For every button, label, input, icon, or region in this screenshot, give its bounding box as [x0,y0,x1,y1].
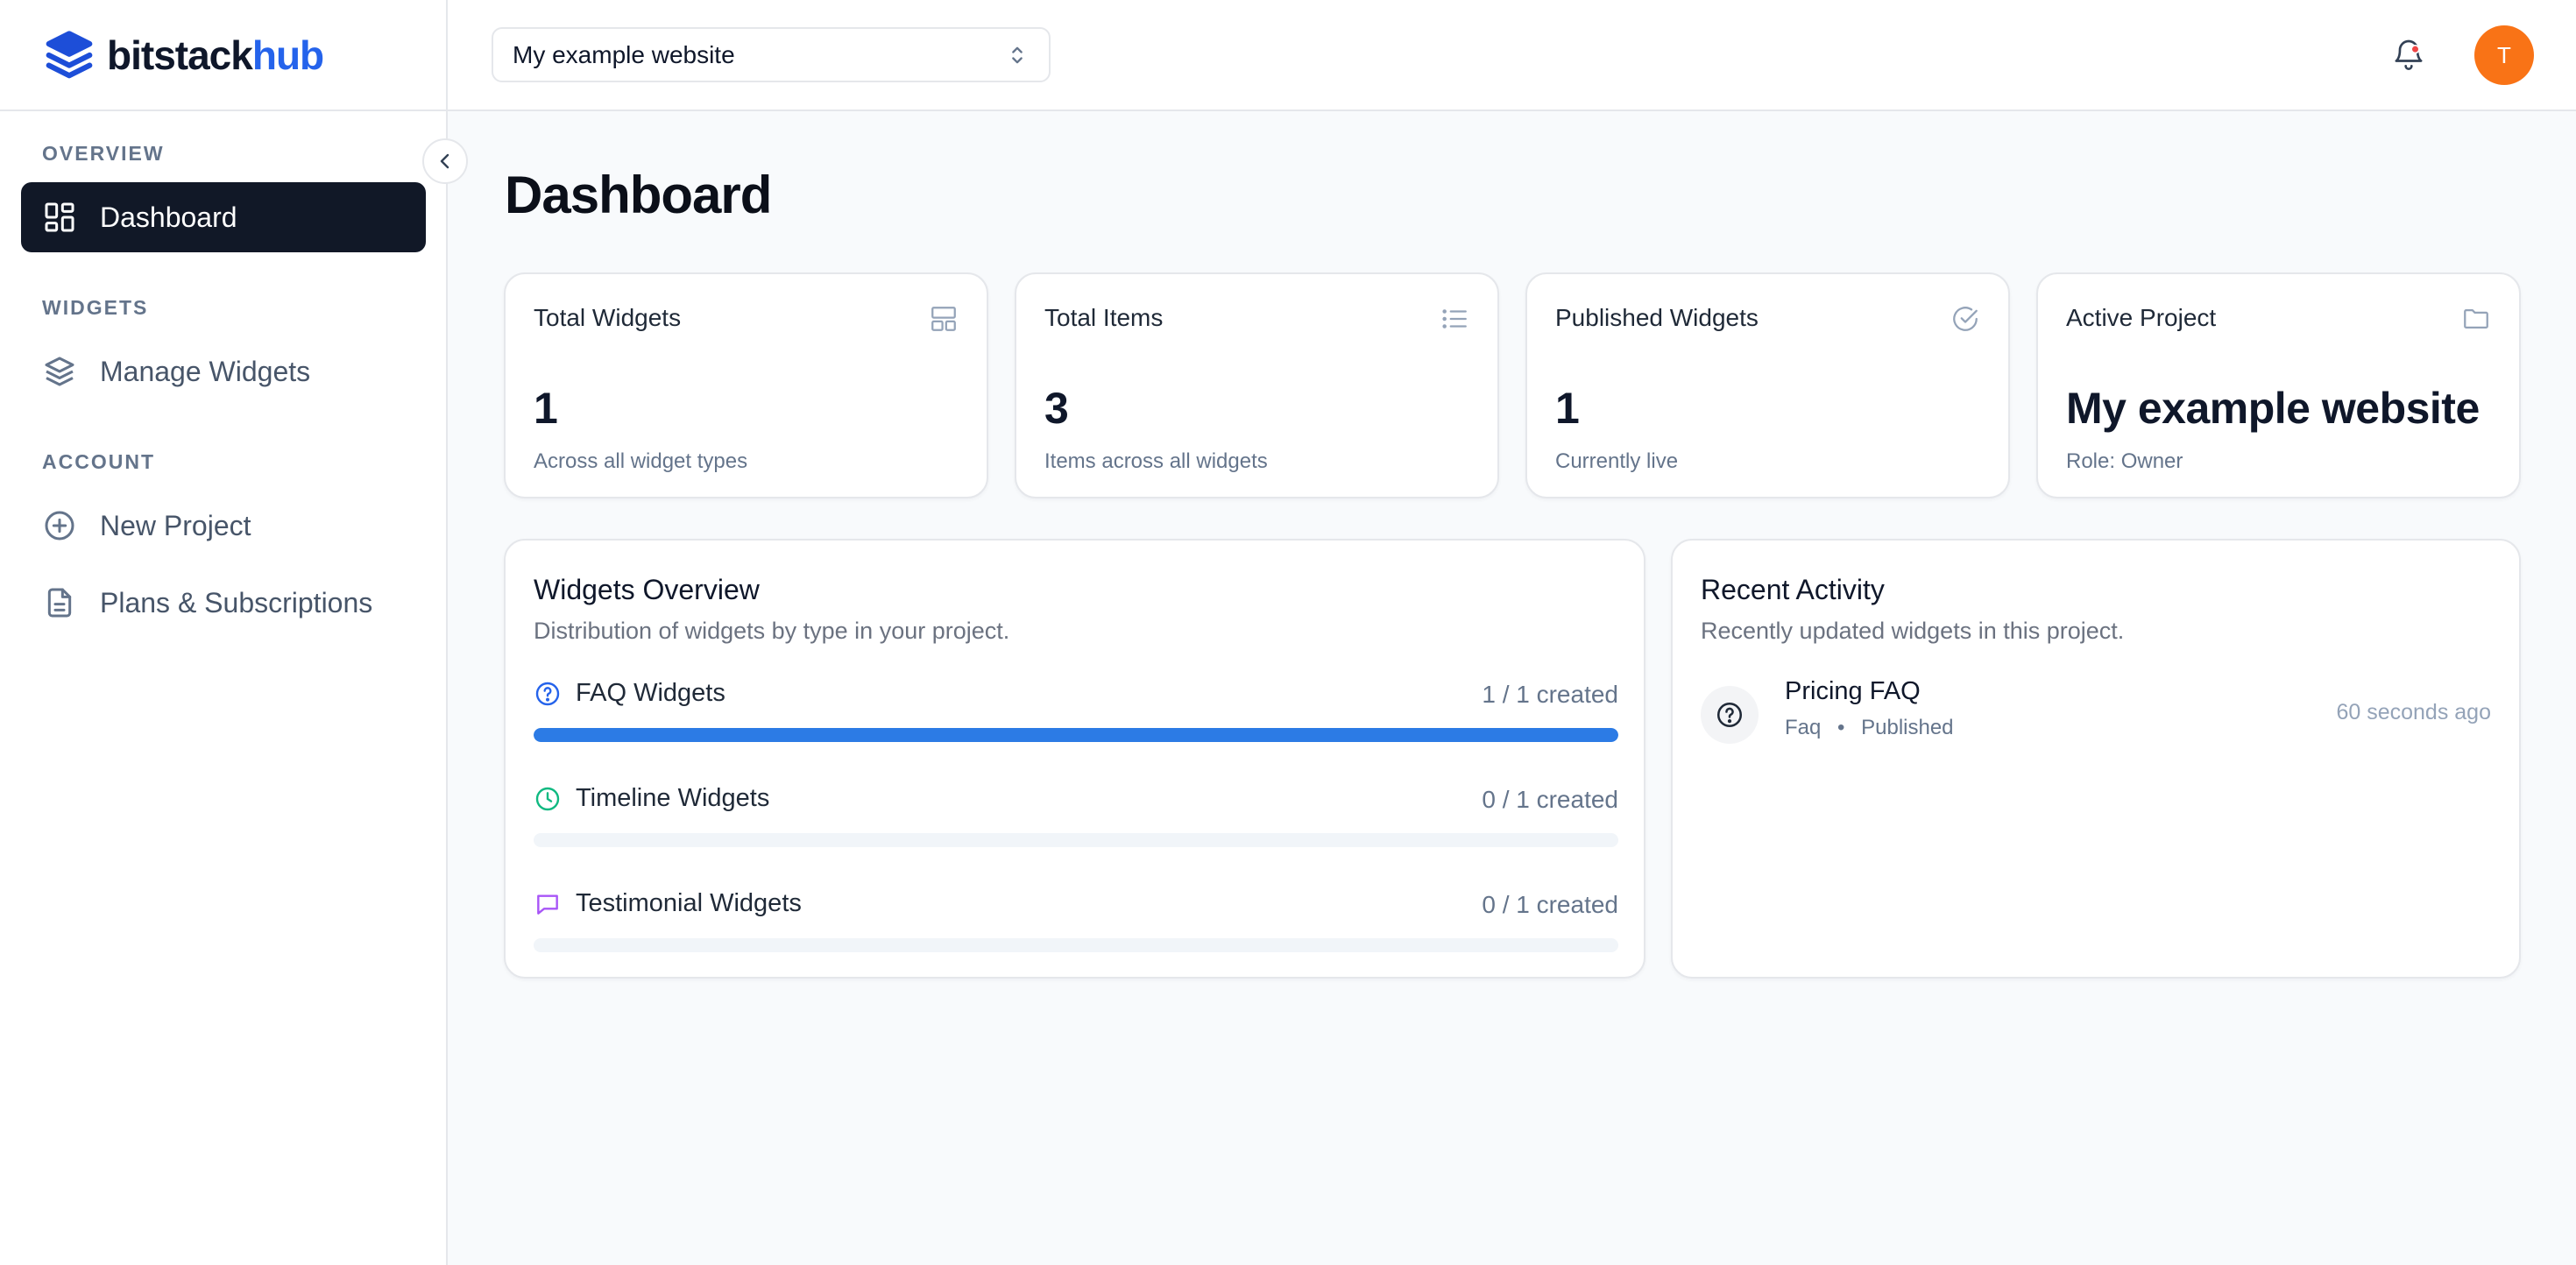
question-circle-icon [535,682,560,705]
sidebar-item-new-project[interactable]: New Project [21,491,426,561]
widgets-overview-card: Widgets Overview Distribution of widgets… [504,539,1645,979]
stack-logo-icon [46,30,93,78]
sidebar-item-label: New Project [100,509,251,541]
widget-row-count: 0 / 1 created [1482,786,1618,813]
widget-row-label: Testimonial Widgets [576,889,802,917]
avatar[interactable]: T [2474,25,2534,85]
panel-subtitle: Recently updated widgets in this project… [1701,618,2125,644]
notification-dot [2410,45,2420,54]
list-icon [1442,309,1467,329]
collapse-sidebar-button[interactable] [422,138,468,184]
section-label-account: ACCOUNT [42,450,155,473]
stat-value: 3 [1044,384,1069,433]
brand-name-part1: bitstack [107,32,253,78]
brand-logo[interactable]: bitstackhub [0,0,446,111]
activity-item-time: 60 seconds ago [2336,700,2491,724]
sidebar-item-label: Manage Widgets [100,355,311,387]
folder-icon [2464,308,2488,329]
layout-icon [931,307,956,331]
sidebar-item-manage-widgets[interactable]: Manage Widgets [21,336,426,406]
widget-row-label: FAQ Widgets [576,679,725,707]
stat-card-published-widgets: Published Widgets 1 Currently live [1525,272,2010,498]
stat-subtitle: Currently live [1555,449,1679,473]
widget-row-label: Timeline Widgets [576,784,770,812]
project-select-value: My example website [513,40,735,68]
panel-title: Widgets Overview [534,574,760,605]
grid-icon [42,200,77,235]
progress-track [534,938,1618,952]
stat-title: Active Project [2066,304,2217,331]
activity-item-title: Pricing FAQ [1785,677,1921,705]
layers-icon [42,354,77,389]
stat-subtitle: Role: Owner [2066,449,2183,473]
meta-separator: • [1837,716,1845,739]
recent-activity-card: Recent Activity Recently updated widgets… [1671,539,2521,979]
notification-bell-icon[interactable] [2391,37,2426,72]
app-root: bitstackhub OVERVIEW Dashboard WIDGETS M… [0,0,2576,1265]
top-bar: My example website T [448,0,2576,111]
sidebar: bitstackhub OVERVIEW Dashboard WIDGETS M… [0,0,448,1265]
widget-row-count: 1 / 1 created [1482,681,1618,708]
question-circle-icon [1716,702,1743,728]
activity-item-type: Faq [1785,716,1822,739]
panel-title: Recent Activity [1701,574,1885,605]
section-label-overview: OVERVIEW [42,142,165,165]
progress-track [534,728,1618,742]
sidebar-item-dashboard[interactable]: Dashboard [21,182,426,252]
sidebar-item-label: Plans & Subscriptions [100,586,373,618]
activity-item-status: Published [1861,716,1954,739]
stat-value: My example website [2066,384,2480,433]
stat-title: Published Widgets [1555,304,1759,331]
stat-subtitle: Items across all widgets [1044,449,1268,473]
clock-icon [535,787,560,810]
sidebar-item-plans-subscriptions[interactable]: Plans & Subscriptions [21,568,426,638]
page-title: Dashboard [505,166,772,224]
stat-title: Total Widgets [534,304,682,331]
stat-card-total-widgets: Total Widgets 1 Across all widget types [504,272,988,498]
chevron-up-down-icon [1012,46,1023,64]
progress-fill [534,728,1618,742]
project-select[interactable]: My example website [492,27,1051,82]
panel-subtitle: Distribution of widgets by type in your … [534,618,1010,644]
sidebar-item-label: Dashboard [100,201,237,233]
document-icon [42,585,77,620]
progress-track [534,833,1618,847]
stat-card-total-items: Total Items 3 Items across all widgets [1015,272,1499,498]
stat-card-active-project: Active Project My example website Role: … [2036,272,2521,498]
plus-circle-icon [42,508,77,543]
widget-row-faq: FAQ Widgets 1 / 1 created [534,679,1618,742]
stat-subtitle: Across all widget types [534,449,748,473]
stat-value: 1 [1555,384,1580,433]
stat-title: Total Items [1044,304,1164,331]
section-label-widgets: WIDGETS [42,296,149,319]
check-circle-icon [1953,307,1978,331]
widget-row-count: 0 / 1 created [1482,891,1618,918]
stat-value: 1 [534,384,558,433]
widget-row-timeline: Timeline Widgets 0 / 1 created [534,784,1618,847]
activity-item-meta: Faq • Published [1785,716,1954,740]
brand-name-part2: hub [251,32,324,78]
activity-item-icon [1701,686,1759,744]
chevron-left-icon [440,153,449,169]
message-square-icon [537,894,558,915]
brand-name: bitstackhub [107,32,324,79]
widget-row-testimonial: Testimonial Widgets 0 / 1 created [534,889,1618,952]
